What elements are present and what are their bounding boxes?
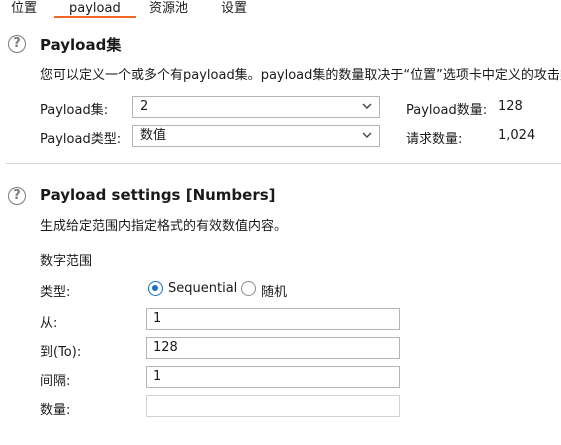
active-tab-indicator: [54, 16, 136, 18]
section-divider: [6, 163, 561, 164]
step-label: 间隔:: [40, 374, 71, 389]
number-range-heading: 数字范围: [40, 254, 93, 269]
tab-bar: 位置 payload 资源池 设置: [0, 0, 561, 19]
help-circle-icon[interactable]: ?: [8, 187, 26, 205]
payload-type-value: 数值: [140, 128, 167, 143]
step-input[interactable]: 1: [146, 366, 400, 388]
payload-type-label: Payload类型:: [40, 132, 122, 147]
how-many-input[interactable]: [146, 395, 400, 417]
payload-sets-description: 您可以定义一个或多个有payload集。payload集的数量取决于“位置”选项…: [40, 68, 561, 83]
payload-set-value: 2: [140, 99, 149, 114]
to-label: 到(To):: [40, 345, 82, 360]
sequential-label[interactable]: Sequential: [168, 281, 237, 296]
sequential-radio[interactable]: [148, 281, 163, 296]
how-many-label: 数量:: [40, 403, 71, 418]
payload-settings-title: Payload settings [Numbers]: [40, 186, 276, 204]
tab-resource-pool[interactable]: 资源池: [149, 1, 188, 17]
number-type-label: 类型:: [40, 285, 71, 300]
random-label[interactable]: 随机: [261, 281, 287, 300]
from-label: 从:: [40, 316, 58, 331]
tab-payloads[interactable]: payload: [69, 1, 121, 17]
random-radio[interactable]: [241, 281, 256, 296]
chevron-down-icon: [362, 132, 372, 138]
payload-count-value: 128: [498, 99, 523, 114]
payload-set-select[interactable]: 2: [132, 96, 380, 118]
payload-type-select[interactable]: 数值: [132, 125, 380, 147]
payload-sets-title: Payload集: [40, 36, 122, 54]
tab-positions[interactable]: 位置: [11, 1, 37, 17]
to-input[interactable]: 128: [146, 337, 400, 359]
request-count-value: 1,024: [498, 128, 536, 143]
payload-settings-description: 生成给定范围内指定格式的有效数值内容。: [40, 219, 288, 234]
from-input[interactable]: 1: [146, 308, 400, 330]
tab-options[interactable]: 设置: [221, 1, 247, 17]
help-circle-icon[interactable]: ?: [8, 35, 26, 53]
payload-set-label: Payload集:: [40, 103, 109, 118]
chevron-down-icon: [362, 103, 372, 109]
payload-count-label: Payload数量:: [406, 103, 488, 118]
request-count-label: 请求数量:: [406, 132, 463, 147]
